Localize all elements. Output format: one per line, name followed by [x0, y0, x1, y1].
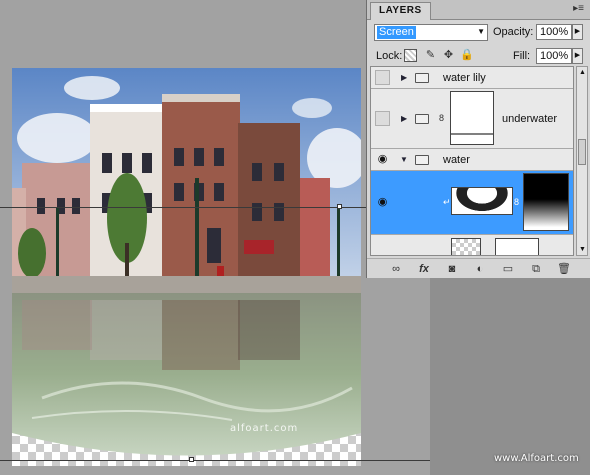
opacity-field[interactable]: 100% — [536, 24, 572, 40]
layer-row-water[interactable]: ◉ ▼ water — [371, 149, 573, 171]
opacity-slider-button[interactable]: ▶ — [572, 24, 583, 40]
mask-thumbnail[interactable] — [495, 238, 539, 255]
expand-arrow-icon[interactable]: ▼ — [400, 155, 408, 164]
trash-icon[interactable]: 🗑 — [557, 262, 571, 276]
lock-image-pixels-icon[interactable]: ✎ — [424, 49, 437, 62]
document-image[interactable]: alfoart.com — [12, 68, 361, 466]
transform-handle-right[interactable] — [337, 204, 342, 209]
layer-row-partial[interactable] — [371, 235, 573, 255]
layer-thumbnail[interactable] — [451, 187, 513, 215]
lock-transparent-pixels-icon[interactable] — [404, 49, 417, 62]
clipping-arrow-icon: ↵ — [443, 197, 451, 207]
chevron-down-icon: ▼ — [477, 27, 485, 36]
layers-panel: LAYERS ▸≡ Screen ▼ Opacity: 100% ▶ Lock:… — [366, 0, 590, 278]
transform-guide-bottom — [0, 460, 430, 461]
transform-handle-bottom[interactable] — [189, 457, 194, 462]
layer-row-underwater[interactable]: ▶ 8 underwater — [371, 89, 573, 149]
scroll-up-icon[interactable]: ▲ — [579, 69, 586, 76]
opacity-label: Opacity: — [493, 26, 534, 38]
layer-list-scrollbar[interactable]: ▲ ▼ — [576, 66, 588, 256]
layer-style-fx-icon[interactable]: fx — [417, 262, 431, 276]
expand-arrow-icon[interactable]: ▶ — [401, 114, 407, 123]
layer-row-water-lily[interactable]: ▶ water lily — [371, 67, 573, 89]
mask-thumbnail[interactable] — [450, 91, 494, 145]
panel-bottom-toolbar: ∞ fx ◙ ◐ ▭ ⧉ 🗑 — [367, 258, 590, 278]
chain-link-icon[interactable]: 8 — [439, 113, 444, 123]
fill-field[interactable]: 100% — [536, 48, 572, 64]
visibility-toggle[interactable] — [375, 70, 390, 85]
lock-position-icon[interactable]: ✥ — [442, 49, 455, 62]
layer-name: underwater — [502, 113, 558, 125]
link-layers-icon[interactable]: ∞ — [389, 262, 403, 276]
mask-thumbnail[interactable] — [523, 173, 569, 231]
add-mask-icon[interactable]: ◙ — [445, 262, 459, 276]
new-group-icon[interactable]: ▭ — [501, 262, 515, 276]
expand-arrow-icon[interactable]: ▶ — [401, 73, 407, 82]
panel-menu-icon[interactable]: ▸≡ — [573, 4, 584, 14]
lock-all-icon[interactable]: 🔒 — [460, 49, 474, 62]
scroll-down-icon[interactable]: ▼ — [579, 246, 586, 253]
fill-label: Fill: — [513, 50, 531, 62]
lock-row: Lock: ✎ ✥ 🔒 Fill: 100% ▶ — [367, 46, 590, 66]
blend-row: Screen ▼ Opacity: 100% ▶ — [367, 22, 590, 44]
fill-slider-button[interactable]: ▶ — [572, 48, 583, 64]
eye-icon[interactable]: ◉ — [375, 195, 390, 210]
panel-tab-bar: LAYERS ▸≡ — [367, 0, 590, 20]
layer-name: water — [443, 154, 470, 166]
transform-guide-top — [0, 207, 366, 208]
layer-list[interactable]: ▶ water lily ▶ 8 underwater ◉ ▼ water ◉ … — [370, 66, 574, 256]
layer-thumbnail[interactable] — [451, 238, 481, 255]
folder-icon — [415, 73, 429, 83]
layer-name: water lily — [443, 72, 486, 84]
photo-illustration — [12, 68, 361, 466]
tab-layers[interactable]: LAYERS — [370, 2, 431, 20]
adjustment-layer-icon[interactable]: ◐ — [473, 262, 487, 276]
watermark-corner: www.Alfoart.com — [494, 453, 579, 464]
blend-mode-value: Screen — [377, 26, 416, 39]
watermark-center: alfoart.com — [230, 423, 299, 434]
new-layer-icon[interactable]: ⧉ — [529, 262, 543, 276]
eye-icon[interactable]: ◉ — [375, 152, 390, 167]
lock-label: Lock: — [376, 50, 403, 62]
folder-icon — [415, 114, 429, 124]
visibility-toggle[interactable] — [375, 111, 390, 126]
folder-icon — [415, 155, 429, 165]
blend-mode-select[interactable]: Screen ▼ — [374, 24, 488, 41]
layer-row-selected[interactable]: ◉ ↵ 8 — [371, 171, 573, 235]
chain-link-icon[interactable]: 8 — [514, 197, 519, 207]
scroll-thumb[interactable] — [578, 139, 586, 165]
